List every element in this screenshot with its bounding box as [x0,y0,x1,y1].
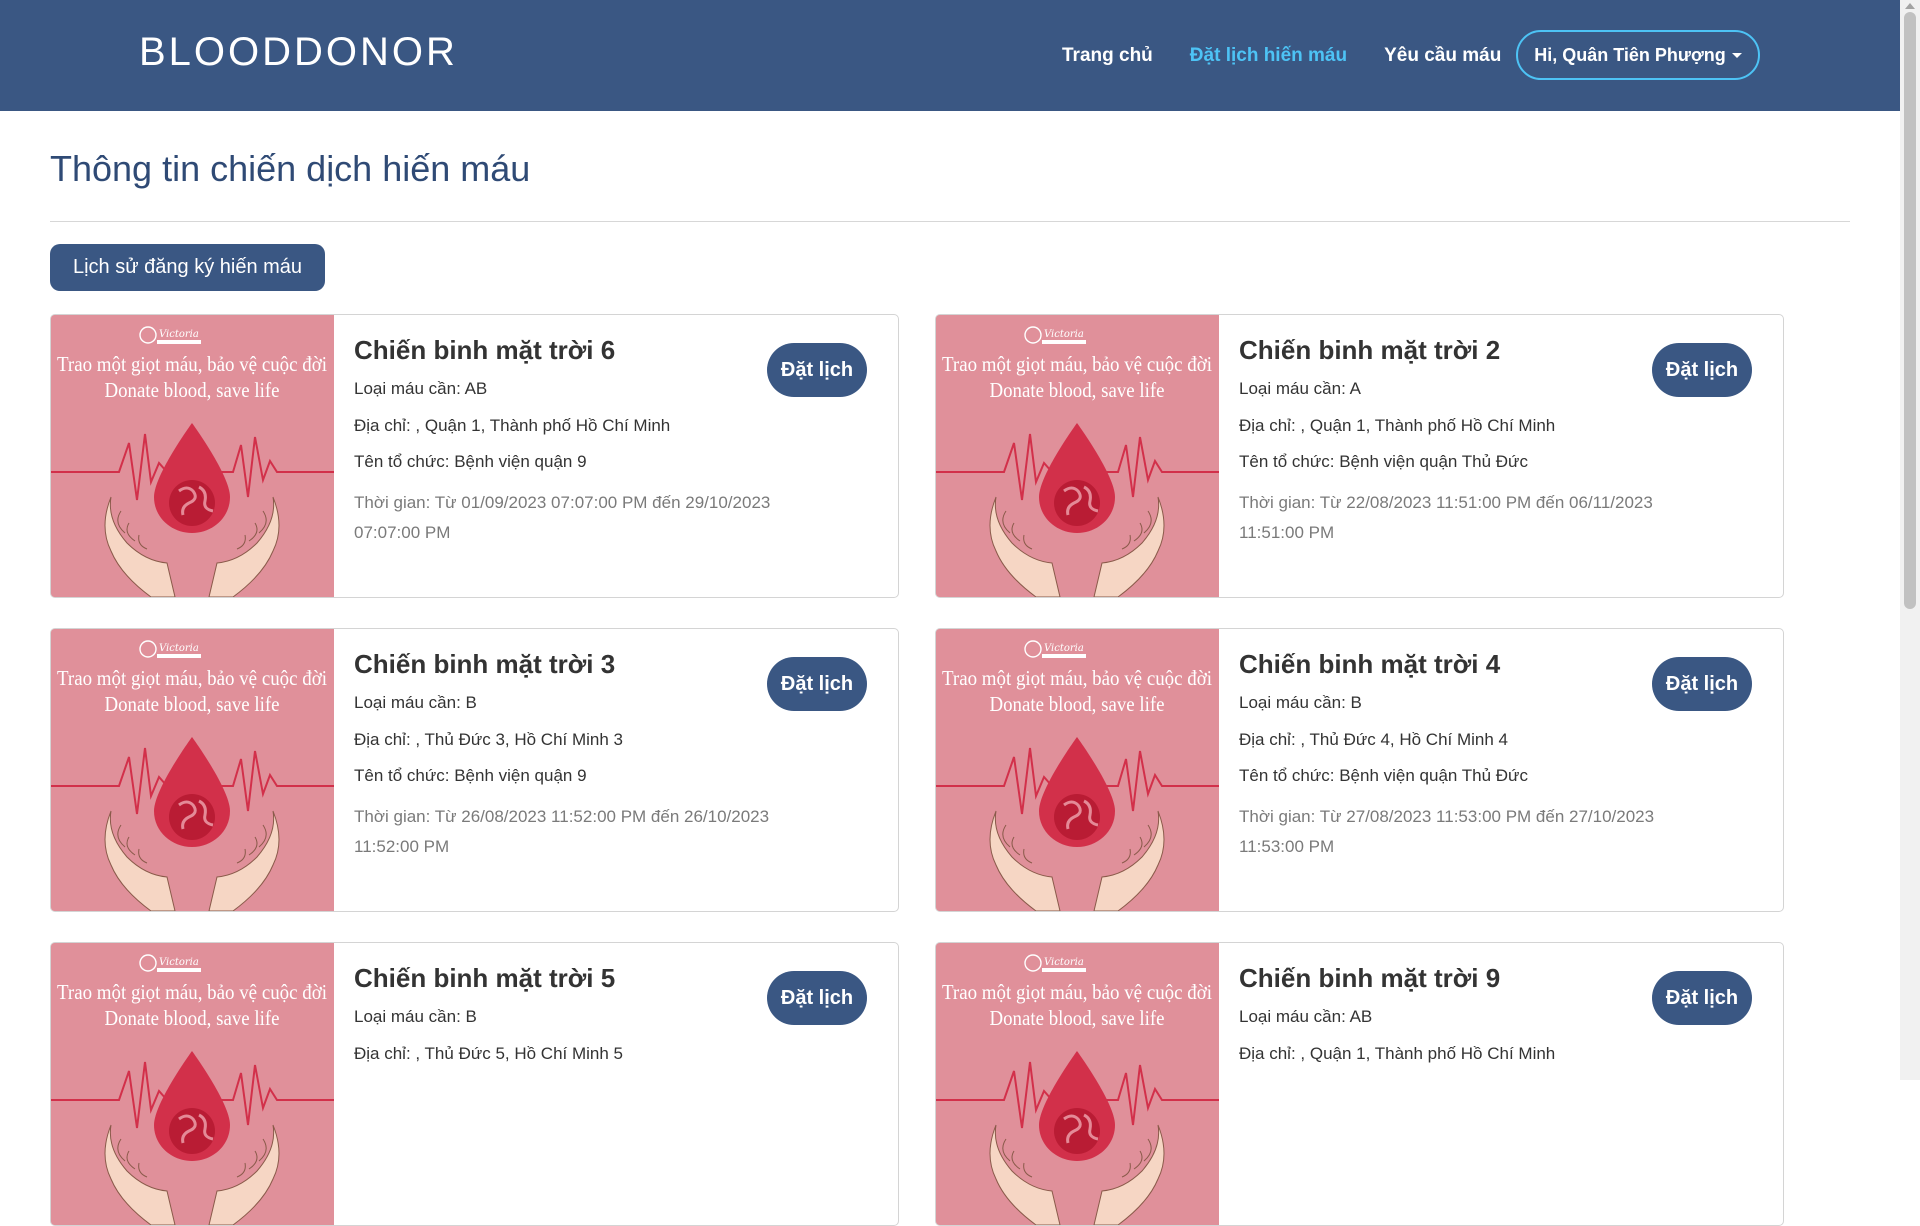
campaign-address: Địa chỉ: , Quận 1, Thành phố Hồ Chí Minh [1239,1044,1556,1063]
divider [50,221,1850,222]
svg-text:Trao một giọt máu, bảo vệ cuộc: Trao một giọt máu, bảo vệ cuộc đời [942,666,1212,690]
campaign-organization: Tên tổ chức: Bệnh viện quận 9 [354,766,587,785]
book-appointment-button[interactable]: Đặt lịch [767,971,867,1025]
campaign-title: Chiến binh mặt trời 2 [1239,335,1501,365]
campaign-card: Victoria Trao một giọt máu, bảo vệ cuộc … [50,628,899,912]
svg-text:Trao một giọt máu, bảo vệ cuộc: Trao một giọt máu, bảo vệ cuộc đời [942,980,1212,1004]
campaign-address: Địa chỉ: , Thủ Đức 3, Hồ Chí Minh 3 [354,730,624,749]
campaign-card: Victoria Trao một giọt máu, bảo vệ cuộc … [935,628,1784,912]
campaign-blood-type: Loại máu cần: AB [1239,1007,1373,1026]
campaign-poster-image: Victoria Trao một giọt máu, bảo vệ cuộc … [936,943,1219,1225]
svg-text:Trao một giọt máu, bảo vệ cuộc: Trao một giọt máu, bảo vệ cuộc đời [57,980,327,1004]
svg-text:Victoria: Victoria [1044,957,1084,968]
campaign-blood-type: Loại máu cần: A [1239,379,1361,398]
campaign-organization: Tên tổ chức: Bệnh viện quận 9 [354,452,587,471]
book-appointment-button[interactable]: Đặt lịch [1652,343,1752,397]
campaign-address: Địa chỉ: , Thủ Đức 5, Hồ Chí Minh 5 [354,1044,624,1063]
campaign-poster-image: Victoria Trao một giọt máu, bảo vệ cuộc … [51,315,334,597]
svg-text:Donate blood, save life: Donate blood, save life [990,378,1165,402]
campaign-title: Chiến binh mặt trời 4 [1239,649,1501,679]
svg-text:Victoria: Victoria [1044,643,1084,654]
caret-down-icon [1731,52,1742,58]
campaign-address: Địa chỉ: , Quận 1, Thành phố Hồ Chí Minh [1239,416,1556,435]
campaign-blood-type: Loại máu cần: B [354,693,477,712]
donation-history-button[interactable]: Lịch sử đăng ký hiến máu [50,244,325,291]
campaign-poster-image: Victoria Trao một giọt máu, bảo vệ cuộc … [51,629,334,911]
campaign-blood-type: Loại máu cần: B [354,1007,477,1026]
campaign-time: Thời gian: Từ 27/08/2023 11:53:00 PM đến… [1239,807,1655,856]
svg-text:Victoria: Victoria [159,643,199,654]
vertical-scrollbar[interactable] [1900,0,1920,1080]
campaign-time: Thời gian: Từ 22/08/2023 11:51:00 PM đến… [1239,493,1653,542]
svg-text:Trao một giọt máu, bảo vệ cuộc: Trao một giọt máu, bảo vệ cuộc đời [57,666,327,690]
campaign-blood-type: Loại máu cần: AB [354,379,488,398]
nav-link-home[interactable]: Trang chủ [1062,45,1153,67]
brand-logo[interactable]: BLOODDONOR [139,30,458,75]
nav-link-blood-request[interactable]: Yêu cầu máu [1384,45,1501,67]
svg-text:Trao một giọt máu, bảo vệ cuộc: Trao một giọt máu, bảo vệ cuộc đời [942,352,1212,376]
campaign-time: Thời gian: Từ 26/08/2023 11:52:00 PM đến… [354,807,770,856]
book-appointment-button[interactable]: Đặt lịch [1652,657,1752,711]
campaign-card: Victoria Trao một giọt máu, bảo vệ cuộc … [935,314,1784,598]
campaign-address: Địa chỉ: , Thủ Đức 4, Hồ Chí Minh 4 [1239,730,1509,749]
book-appointment-button[interactable]: Đặt lịch [767,657,867,711]
campaign-organization: Tên tổ chức: Bệnh viện quận Thủ Đức [1239,452,1528,471]
campaign-card: Victoria Trao một giọt máu, bảo vệ cuộc … [50,314,899,598]
svg-text:Victoria: Victoria [159,957,199,968]
svg-text:Donate blood, save life: Donate blood, save life [105,1006,280,1030]
campaign-poster-image: Victoria Trao một giọt máu, bảo vệ cuộc … [51,943,334,1225]
top-navbar: BLOODDONOR Trang chủ Đặt lịch hiến máu Y… [0,0,1900,111]
page-title: Thông tin chiến dịch hiến máu [50,148,531,189]
campaign-title: Chiến binh mặt trời 9 [1239,963,1501,993]
campaign-time: Thời gian: Từ 01/09/2023 07:07:00 PM đến… [354,493,771,542]
user-menu-button[interactable]: Hi, Quân Tiên Phượng [1516,30,1760,80]
scrollbar-thumb[interactable] [1904,12,1916,609]
svg-text:Donate blood, save life: Donate blood, save life [990,1006,1165,1030]
nav-link-book-donation[interactable]: Đặt lịch hiến máu [1190,45,1347,67]
svg-text:Victoria: Victoria [159,329,199,340]
campaign-poster-image: Victoria Trao một giọt máu, bảo vệ cuộc … [936,629,1219,911]
campaign-title: Chiến binh mặt trời 6 [354,335,616,365]
scroll-up-arrow-icon[interactable] [1905,3,1915,9]
svg-text:Donate blood, save life: Donate blood, save life [105,378,280,402]
svg-text:Donate blood, save life: Donate blood, save life [105,692,280,716]
nav-links: Trang chủ Đặt lịch hiến máu Yêu cầu máu [1062,0,1538,111]
svg-text:Victoria: Victoria [1044,329,1084,340]
book-appointment-button[interactable]: Đặt lịch [1652,971,1752,1025]
campaign-blood-type: Loại máu cần: B [1239,693,1362,712]
svg-text:Donate blood, save life: Donate blood, save life [990,692,1165,716]
campaign-poster-image: Victoria Trao một giọt máu, bảo vệ cuộc … [936,315,1219,597]
svg-text:Trao một giọt máu, bảo vệ cuộc: Trao một giọt máu, bảo vệ cuộc đời [57,352,327,376]
book-appointment-button[interactable]: Đặt lịch [767,343,867,397]
campaign-organization: Tên tổ chức: Bệnh viện quận Thủ Đức [1239,766,1528,785]
campaign-address: Địa chỉ: , Quận 1, Thành phố Hồ Chí Minh [354,416,671,435]
campaign-card: Victoria Trao một giọt máu, bảo vệ cuộc … [50,942,899,1226]
campaign-card: Victoria Trao một giọt máu, bảo vệ cuộc … [935,942,1784,1226]
campaign-title: Chiến binh mặt trời 5 [354,963,616,993]
user-menu-label: Hi, Quân Tiên Phượng [1534,44,1726,65]
campaign-title: Chiến binh mặt trời 3 [354,649,616,679]
